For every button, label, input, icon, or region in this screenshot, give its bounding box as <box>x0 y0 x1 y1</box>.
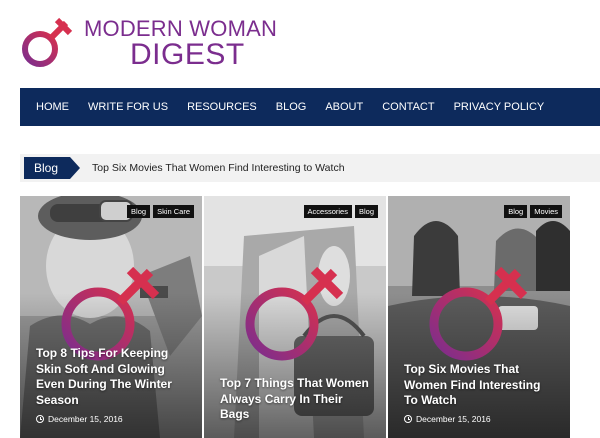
tag-blog[interactable]: Blog <box>504 205 528 218</box>
ticker-headline[interactable]: Top Six Movies That Women Find Interesti… <box>92 162 345 174</box>
tag-blog[interactable]: Blog <box>127 205 151 218</box>
main-nav: HOME WRITE FOR US RESOURCES BLOG ABOUT C… <box>20 88 600 131</box>
post-card[interactable]: Accessories Blog Top 7 Things That Women… <box>204 196 386 438</box>
tag-movies[interactable]: Movies <box>530 205 562 218</box>
nav-item-resources[interactable]: RESOURCES <box>187 101 257 113</box>
tag-accessories[interactable]: Accessories <box>303 205 352 218</box>
post-tags: Blog Skin Care <box>127 205 194 218</box>
nav-item-home[interactable]: HOME <box>36 101 69 131</box>
post-date-text: December 15, 2016 <box>48 414 123 424</box>
post-date-text: December 15, 2016 <box>416 414 491 424</box>
clock-icon <box>404 415 412 423</box>
nav-item-about[interactable]: ABOUT <box>325 101 363 113</box>
featured-posts: Blog Skin Care Top 8 Tips For Keeping Sk… <box>20 196 600 438</box>
post-title[interactable]: Top Six Movies That Women Find Interesti… <box>404 362 556 409</box>
female-symbol-icon <box>245 266 344 361</box>
nav-item-privacy-policy[interactable]: PRIVACY POLICY <box>454 101 545 113</box>
news-ticker: Blog Top Six Movies That Women Find Inte… <box>20 154 600 182</box>
post-date: December 15, 2016 <box>404 414 491 424</box>
female-symbol-icon <box>429 266 528 361</box>
post-title[interactable]: Top 8 Tips For Keeping Skin Soft And Glo… <box>36 346 188 408</box>
nav-item-write-for-us[interactable]: WRITE FOR US <box>88 101 168 113</box>
post-tags: Blog Movies <box>504 205 562 218</box>
post-title[interactable]: Top 7 Things That Women Always Carry In … <box>220 376 372 423</box>
post-card[interactable]: Blog Skin Care Top 8 Tips For Keeping Sk… <box>20 196 202 438</box>
post-date: December 15, 2016 <box>36 414 123 424</box>
tag-skin-care[interactable]: Skin Care <box>153 205 194 218</box>
logo-text-line2: DIGEST <box>130 38 245 71</box>
clock-icon <box>36 415 44 423</box>
ticker-label[interactable]: Blog <box>24 157 81 179</box>
nav-item-contact[interactable]: CONTACT <box>382 101 434 113</box>
post-card[interactable]: Blog Movies Top Six Movies That Women Fi… <box>388 196 570 438</box>
female-symbol-icon <box>22 17 73 67</box>
site-logo[interactable]: MODERN WOMAN DIGEST <box>20 14 290 71</box>
post-tags: Accessories Blog <box>303 205 378 218</box>
tag-blog[interactable]: Blog <box>354 205 378 218</box>
nav-item-blog[interactable]: BLOG <box>276 101 307 113</box>
